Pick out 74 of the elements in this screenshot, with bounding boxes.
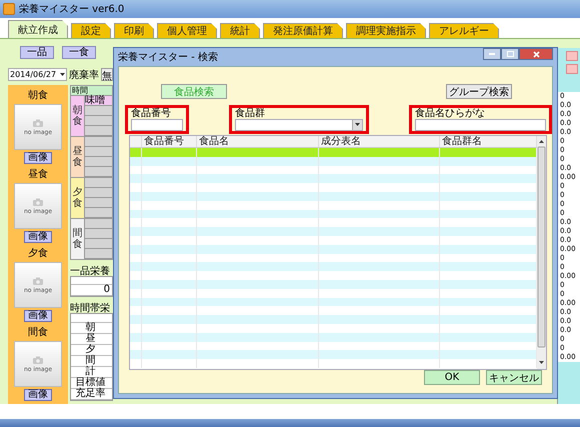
close-button[interactable]: [519, 48, 553, 60]
field-label: 食品番号: [131, 108, 172, 118]
table-cell: 昼: [71, 334, 112, 345]
camera-icon: [33, 356, 43, 364]
input-field[interactable]: [131, 118, 183, 130]
meal-title: 夕食: [28, 247, 48, 260]
dialog-button[interactable]: OK: [424, 370, 480, 385]
dropdown-arrow-icon: [60, 73, 65, 76]
window-title: 栄養マイスター ver6.0: [19, 2, 124, 16]
tab[interactable]: 発注原価計算: [263, 23, 343, 38]
section-title: 時間帯栄: [70, 302, 111, 313]
grid-row[interactable]: [130, 148, 537, 157]
date-dropdown[interactable]: 2014/06/27: [8, 68, 67, 81]
tab[interactable]: 個人管理: [157, 23, 217, 38]
table-cell: 間: [71, 356, 112, 367]
camera-icon: [33, 198, 43, 206]
field-label: 食品群: [235, 108, 266, 118]
tab[interactable]: アレルギー: [429, 23, 499, 38]
dropdown-field[interactable]: [235, 118, 363, 130]
table-cell: 充足率: [71, 389, 112, 400]
camera-icon: [33, 276, 43, 284]
tab[interactable]: 印刷: [114, 23, 154, 38]
column-header: 成分表名: [319, 136, 440, 147]
maximize-icon: [506, 51, 514, 57]
table-cell: 計: [71, 367, 112, 378]
table-cell: 味噌: [85, 96, 112, 106]
toolbar-button[interactable]: 一食: [62, 46, 96, 59]
minimize-icon: [489, 53, 495, 55]
table-header: 時間: [70, 85, 113, 96]
minimize-button[interactable]: [483, 48, 501, 60]
meal-time-label: 間食: [71, 219, 85, 259]
meal-title: 朝食: [28, 88, 48, 102]
dialog-title: 栄養マイスター - 検索: [118, 50, 218, 64]
grid-row[interactable]: [130, 227, 537, 236]
dropdown-arrow-icon: [355, 123, 360, 126]
close-icon: [532, 50, 540, 58]
tab[interactable]: 調理実施指示: [346, 23, 426, 38]
image-button[interactable]: 画像: [24, 152, 52, 164]
grid-row[interactable]: [130, 315, 537, 324]
column-header: 食品名: [197, 136, 319, 147]
section-title: 一品栄養: [70, 264, 111, 276]
camera-icon: [33, 118, 43, 126]
scrollbar[interactable]: [537, 136, 546, 369]
meal-time-label: 朝食: [71, 96, 85, 136]
meal-title: 間食: [28, 326, 48, 339]
table-cell: 0: [71, 285, 112, 296]
waste-rate-label: 廃棄率: [69, 68, 99, 82]
grid-row[interactable]: [130, 262, 537, 272]
mode-button[interactable]: グループ検索: [446, 84, 512, 99]
app-icon: [3, 3, 15, 15]
dropdown-button[interactable]: [352, 120, 362, 130]
grid-row[interactable]: [130, 350, 537, 360]
toolbar-button[interactable]: [566, 51, 578, 61]
waste-rate-button[interactable]: 無: [101, 68, 113, 81]
toolbar-button[interactable]: 一品: [20, 46, 54, 59]
table-cell: 夕: [71, 345, 112, 356]
table-cell: 朝: [71, 323, 112, 334]
maximize-button[interactable]: [501, 48, 519, 60]
toolbar-button[interactable]: [566, 64, 578, 74]
input-field[interactable]: [415, 118, 546, 130]
tab[interactable]: 献立作成: [8, 20, 68, 38]
field-label: 食品名ひらがな: [415, 108, 486, 118]
image-button[interactable]: 画像: [24, 389, 52, 401]
meal-time-label: 夕食: [71, 178, 85, 218]
image-button[interactable]: 画像: [24, 231, 52, 243]
tab[interactable]: 統計: [220, 23, 260, 38]
column-header: 食品番号: [142, 136, 197, 147]
image-button[interactable]: 画像: [24, 310, 52, 322]
tab[interactable]: 設定: [71, 23, 111, 38]
meal-time-label: 昼食: [71, 137, 85, 177]
dialog-button[interactable]: キャンセル: [486, 370, 542, 385]
table-cell: 目標値: [71, 378, 112, 389]
grid-row[interactable]: [130, 174, 537, 184]
meal-title: 昼食: [28, 168, 48, 181]
